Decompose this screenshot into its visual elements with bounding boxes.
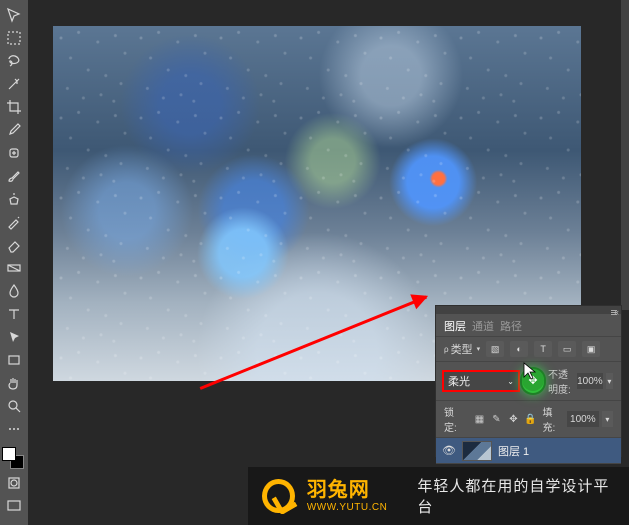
foreground-color-swatch[interactable] (2, 447, 16, 461)
layer-thumbnail[interactable] (462, 441, 492, 461)
fill-dropdown[interactable]: ▾ (602, 411, 613, 427)
tool-crop[interactable] (2, 96, 26, 118)
lock-label: 锁定: (444, 404, 465, 434)
brand-title: 羽兔网 (307, 479, 388, 502)
filter-smart-icon[interactable]: ▣ (582, 341, 600, 357)
filter-type-icon[interactable]: T (534, 341, 552, 357)
lock-all-icon[interactable]: 🔒 (524, 413, 536, 425)
fill-value[interactable]: 100% (567, 411, 599, 427)
tool-brush[interactable] (2, 165, 26, 187)
chevron-down-icon: ⌄ (507, 377, 514, 386)
tool-magic-wand[interactable] (2, 73, 26, 95)
filter-adjust-icon[interactable]: ◐ (510, 341, 528, 357)
tool-eraser[interactable] (2, 234, 26, 256)
fill-label: 填充: (542, 404, 563, 434)
visibility-eye-icon[interactable]: 👁 (442, 444, 456, 457)
annotation-highlight-marker: ✥ (522, 369, 544, 393)
layers-panel: « 图层 通道 路径 ρ 类型 ▾ ▧ ◐ T ▭ ▣ 柔光 ⌄ ✥ 不透明度:… (436, 306, 621, 456)
tab-layers[interactable]: 图层 (444, 318, 466, 334)
lock-position-icon[interactable]: ✥ (507, 413, 519, 425)
opacity-dropdown[interactable]: ▾ (606, 373, 613, 389)
toolbox (0, 0, 28, 525)
screen-mode-toggle[interactable] (2, 495, 26, 517)
tool-type[interactable] (2, 303, 26, 325)
filter-pixel-icon[interactable]: ▧ (486, 341, 504, 357)
blend-opacity-row: 柔光 ⌄ ✥ 不透明度: 100% ▾ (436, 361, 621, 400)
tool-zoom[interactable] (2, 395, 26, 417)
tool-gradient[interactable] (2, 257, 26, 279)
brand-url: WWW.YUTU.CN (307, 502, 388, 514)
right-panel-edge (621, 0, 629, 310)
tool-path-select[interactable] (2, 326, 26, 348)
tool-blur[interactable] (2, 280, 26, 302)
lock-fill-row: 锁定: ▦ ✎ ✥ 🔒 填充: 100% ▾ (436, 400, 621, 437)
blend-mode-select[interactable]: 柔光 ⌄ (444, 372, 518, 390)
layer-row[interactable]: 👁 图层 1 (436, 437, 621, 463)
tool-eyedropper[interactable] (2, 119, 26, 141)
tool-rectangle[interactable] (2, 349, 26, 371)
brand-slogan: 年轻人都在用的自学设计平台 (417, 475, 615, 517)
blend-mode-value: 柔光 (448, 373, 470, 389)
opacity-label: 不透明度: (548, 366, 574, 396)
tool-move[interactable] (2, 4, 26, 26)
filter-shape-icon[interactable]: ▭ (558, 341, 576, 357)
lock-image-icon[interactable]: ✎ (490, 413, 502, 425)
brand-logo-icon (262, 479, 295, 513)
layer-name[interactable]: 图层 1 (498, 443, 529, 459)
tool-lasso[interactable] (2, 50, 26, 72)
tool-history-brush[interactable] (2, 211, 26, 233)
tool-hand[interactable] (2, 372, 26, 394)
tab-paths[interactable]: 路径 (500, 318, 522, 334)
promo-banner: 羽兔网 WWW.YUTU.CN 年轻人都在用的自学设计平台 (248, 467, 629, 525)
tool-healing[interactable] (2, 142, 26, 164)
color-swatches[interactable] (0, 447, 24, 471)
tool-marquee[interactable] (2, 27, 26, 49)
panel-collapse-icon[interactable]: « (614, 307, 619, 317)
filter-kind-label: 类型 (451, 341, 473, 357)
lock-transparency-icon[interactable]: ▦ (473, 413, 485, 425)
quick-mask-toggle[interactable] (2, 472, 26, 494)
panel-drag-grip[interactable]: « (436, 306, 621, 314)
panel-tabs: 图层 通道 路径 (436, 314, 621, 336)
tool-clone[interactable] (2, 188, 26, 210)
layer-filter-row: ρ 类型 ▾ ▧ ◐ T ▭ ▣ (436, 336, 621, 361)
tab-channels[interactable]: 通道 (472, 318, 494, 334)
filter-kind-select[interactable]: ρ 类型 ▾ (444, 341, 480, 357)
opacity-value[interactable]: 100% (577, 373, 603, 389)
tool-more[interactable] (2, 418, 26, 440)
